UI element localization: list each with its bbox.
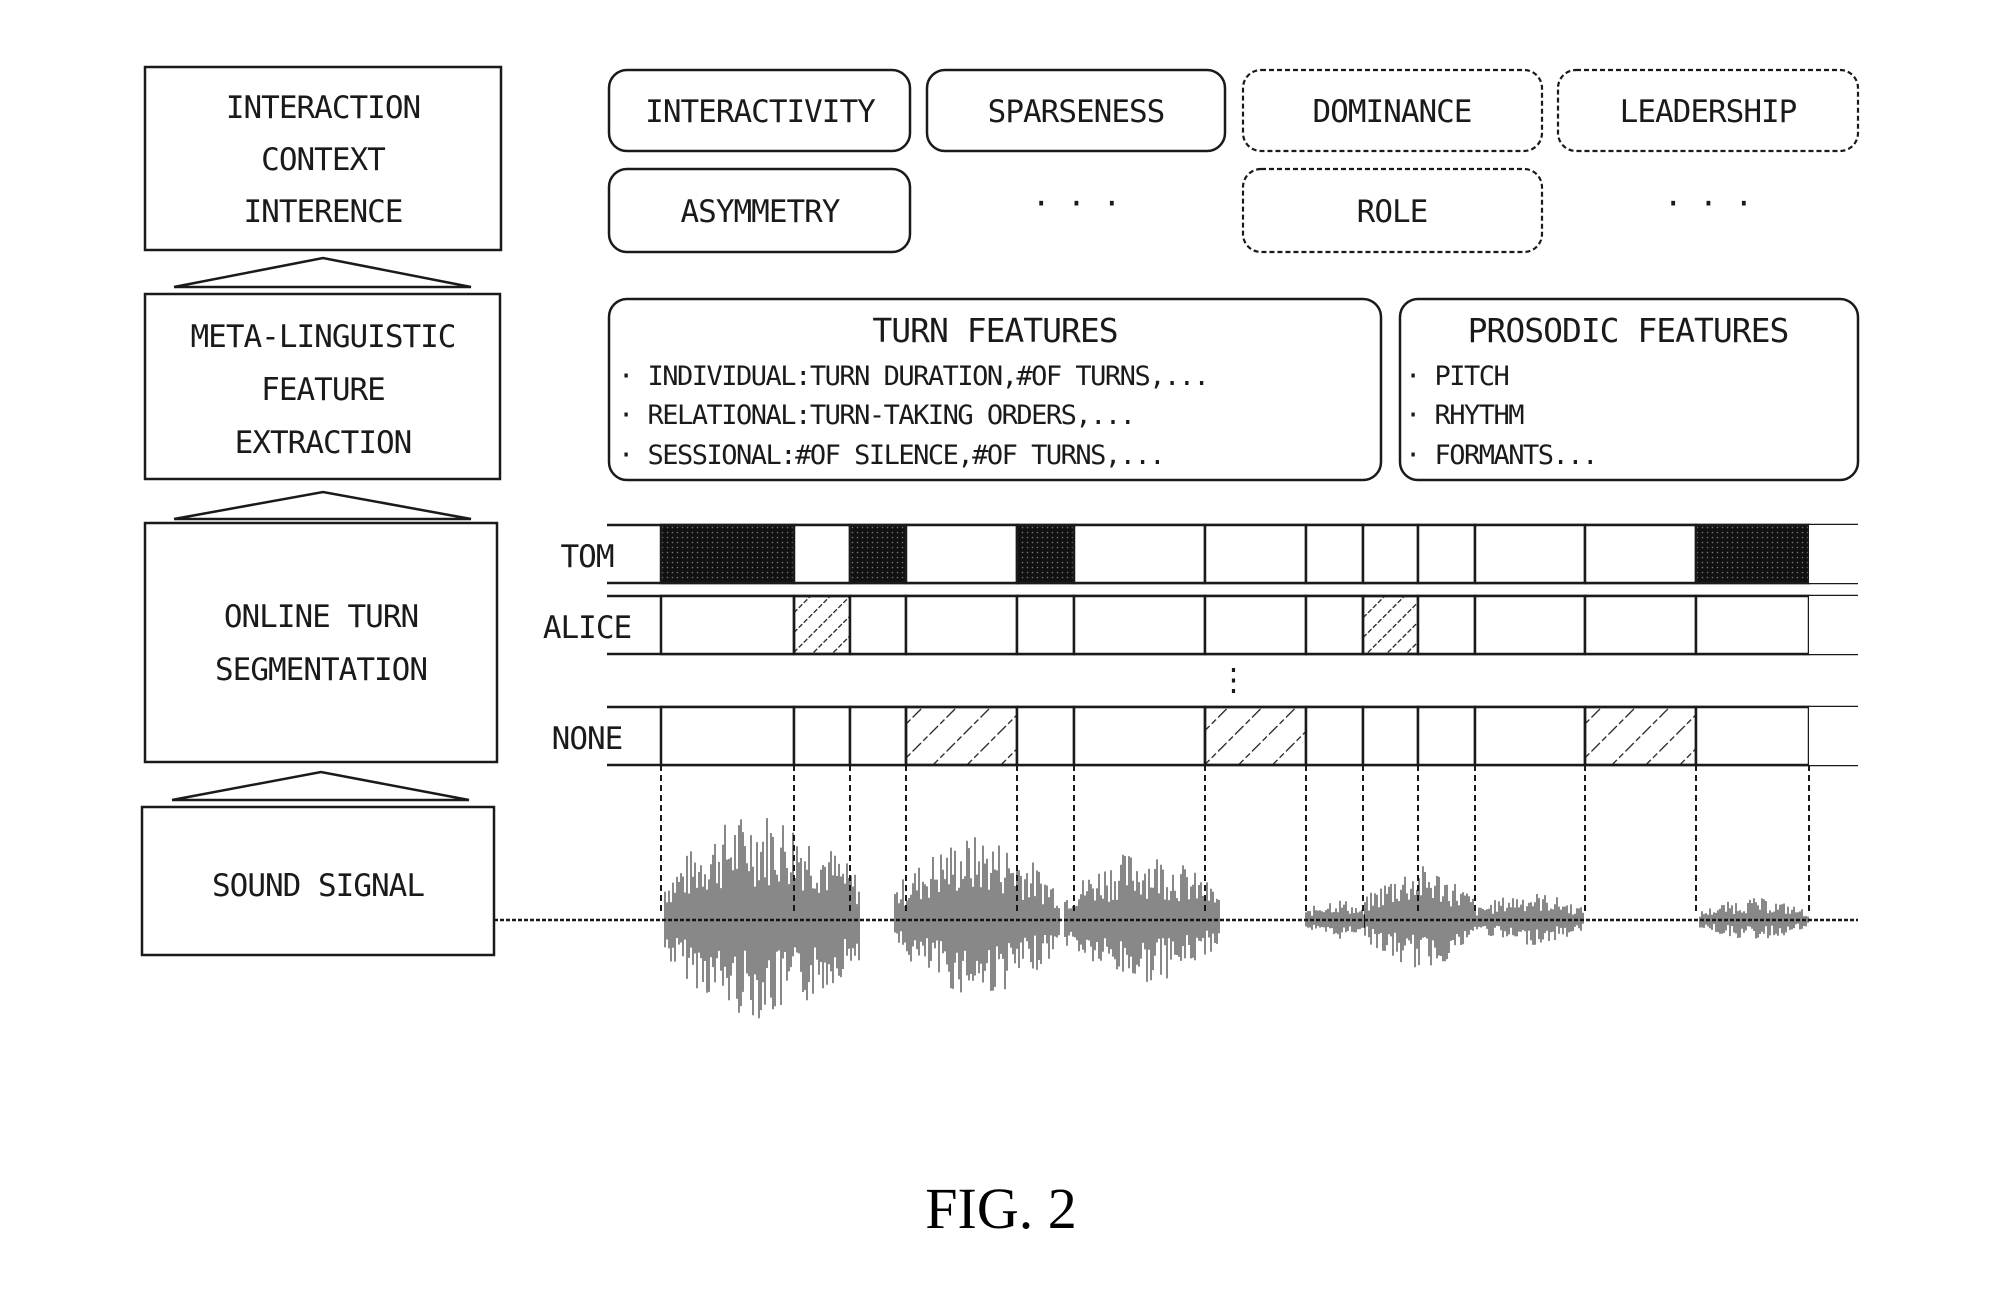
speaker-label: NONE [552, 721, 623, 757]
context-label-role: ROLE [1357, 194, 1428, 230]
turn-segment [1304, 705, 1365, 767]
turn-feature-item: · SESSIONAL:#OF SILENCE,#OF TURNS,... [618, 440, 1164, 471]
turn-segment [1416, 594, 1477, 656]
context-label-ellipsis: · · · [1664, 186, 1752, 222]
stage-extraction-line-3: EXTRACTION [235, 425, 412, 461]
turn-segment-active [1203, 705, 1308, 767]
turn-segment-active [1583, 705, 1698, 767]
turn-segment [659, 594, 796, 656]
turn-segment-active [848, 523, 908, 585]
turn-segment [1416, 705, 1477, 767]
arrow-up-icon [171, 770, 470, 802]
stage-extraction-line-1: META-LINGUISTIC [191, 319, 456, 355]
stage-sound-box: SOUND SIGNAL [140, 805, 496, 957]
turn-segment [1072, 594, 1207, 656]
turn-segment [792, 523, 852, 585]
turn-segment [1416, 523, 1477, 585]
turn-segment [1072, 705, 1207, 767]
turn-segment [848, 705, 908, 767]
stage-extraction-line-2: FEATURE [261, 372, 385, 408]
turn-segmentation-grid: TOM ALICE NONE [543, 523, 1858, 915]
stage-extraction-box: META-LINGUISTIC FEATURE EXTRACTION [143, 292, 502, 481]
turn-segment [1473, 705, 1587, 767]
turn-segment [1473, 523, 1587, 585]
speaker-row-none: NONE [552, 705, 1858, 767]
stage-inference-line-2: CONTEXT [261, 142, 385, 178]
turn-segment-active [1361, 594, 1420, 656]
stage-inference-line-1: INTERACTION [226, 90, 420, 126]
stage-segmentation-line-2: SEGMENTATION [215, 652, 427, 688]
turn-segment [1694, 705, 1811, 767]
context-label-interactivity: INTERACTIVITY [645, 94, 876, 130]
turn-segment [904, 523, 1019, 585]
stage-segmentation-box: ONLINE TURN SEGMENTATION [143, 521, 499, 764]
stage-inference-line-3: INTERENCE [244, 194, 403, 230]
turn-segment [1361, 523, 1420, 585]
context-label-asymmetry: ASYMMETRY [681, 194, 841, 230]
turn-segment [1473, 594, 1587, 656]
prosodic-feature-item: · RHYTHM [1405, 400, 1524, 431]
turn-segment [1072, 523, 1207, 585]
turn-segment [792, 705, 852, 767]
rows-ellipsis: ⋮ [1218, 662, 1248, 698]
turn-segment-active [659, 523, 796, 585]
arrow-up-icon [173, 490, 472, 521]
turn-segment [1809, 525, 1858, 583]
turn-segment [1809, 596, 1858, 654]
context-label-sparseness: SPARSENESS [988, 94, 1165, 130]
turn-segment [1304, 594, 1365, 656]
turn-segment-active [1015, 523, 1076, 585]
speaker-label: ALICE [543, 610, 631, 646]
prosodic-features-title: PROSODIC FEATURES [1468, 311, 1789, 350]
turn-features-box: TURN FEATURES · INDIVIDUAL:TURN DURATION… [607, 297, 1383, 482]
waveform-path [664, 818, 1809, 1019]
turn-segment [1583, 523, 1698, 585]
context-label-ellipsis: · · · [1032, 186, 1120, 222]
stage-sound-line-1: SOUND SIGNAL [212, 868, 424, 904]
speaker-row-tom: TOM [561, 523, 1858, 585]
context-label-dominance: DOMINANCE [1313, 94, 1472, 130]
turn-segment [659, 705, 796, 767]
prosodic-feature-item: · PITCH [1405, 361, 1509, 392]
prosodic-feature-item: · FORMANTS... [1405, 440, 1597, 471]
turn-segment [1203, 523, 1308, 585]
turn-segment [1015, 705, 1076, 767]
turn-analysis-diagram: INTERACTION CONTEXT INTERENCE META-LINGU… [140, 65, 1860, 1241]
figure-caption: FIG. 2 [925, 1176, 1076, 1241]
turn-features-title: TURN FEATURES [872, 311, 1117, 350]
turn-segment [1304, 523, 1365, 585]
turn-segment [1203, 594, 1308, 656]
turn-segment [904, 594, 1019, 656]
stage-inference-box: INTERACTION CONTEXT INTERENCE [143, 65, 503, 252]
context-label-leadership: LEADERSHIP [1620, 94, 1797, 130]
turn-segment [1809, 707, 1858, 765]
speaker-row-alice: ALICE [543, 594, 1858, 656]
stage-segmentation-line-1: ONLINE TURN [224, 599, 418, 635]
speaker-label: TOM [561, 539, 614, 575]
turn-segment-active [792, 594, 852, 656]
turn-segment [1015, 594, 1076, 656]
turn-segment-active [904, 705, 1019, 767]
context-labels: INTERACTIVITY SPARSENESS DOMINANCE LEADE… [607, 68, 1860, 254]
turn-segment-active [1694, 523, 1811, 585]
turn-feature-item: · RELATIONAL:TURN-TAKING ORDERS,... [618, 400, 1134, 431]
turn-segment [1694, 594, 1811, 656]
turn-feature-item: · INDIVIDUAL:TURN DURATION,#OF TURNS,... [618, 361, 1208, 392]
sound-waveform [664, 818, 1809, 1019]
prosodic-features-box: PROSODIC FEATURES · PITCH · RHYTHM · FOR… [1398, 297, 1860, 482]
turn-segment [848, 594, 908, 656]
turn-segment [1361, 705, 1420, 767]
arrow-up-icon [173, 256, 472, 289]
turn-segment [1583, 594, 1698, 656]
